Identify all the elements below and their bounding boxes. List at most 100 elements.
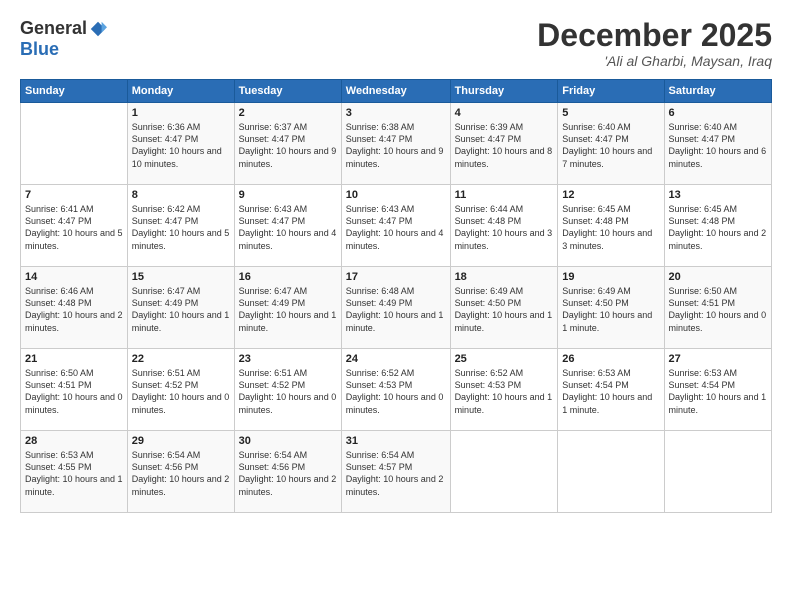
- header: General Blue December 2025 'Ali al Gharb…: [20, 18, 772, 69]
- calendar-week-3: 14Sunrise: 6:46 AMSunset: 4:48 PMDayligh…: [21, 267, 772, 349]
- calendar-week-2: 7Sunrise: 6:41 AMSunset: 4:47 PMDaylight…: [21, 185, 772, 267]
- day-info: Sunrise: 6:37 AMSunset: 4:47 PMDaylight:…: [239, 121, 337, 170]
- day-number: 8: [132, 189, 230, 201]
- day-info: Sunrise: 6:38 AMSunset: 4:47 PMDaylight:…: [346, 121, 446, 170]
- day-info: Sunrise: 6:53 AMSunset: 4:54 PMDaylight:…: [562, 367, 659, 416]
- calendar-cell: 7Sunrise: 6:41 AMSunset: 4:47 PMDaylight…: [21, 185, 128, 267]
- day-number: 18: [455, 271, 554, 283]
- day-number: 29: [132, 435, 230, 447]
- day-info: Sunrise: 6:50 AMSunset: 4:51 PMDaylight:…: [25, 367, 123, 416]
- calendar-cell: 16 Sunrise: 6:47 AMSunset: 4:49 PMDayligh…: [234, 267, 341, 349]
- calendar-cell: 30 Sunrise: 6:54 AMSunset: 4:56 PMDayligh…: [234, 431, 341, 513]
- day-number: 9: [239, 189, 337, 201]
- day-number: 15: [132, 271, 230, 283]
- day-number: 10: [346, 189, 446, 201]
- day-number: 31: [346, 435, 446, 447]
- day-info: Sunrise: 6:51 AMSunset: 4:52 PMDaylight:…: [132, 367, 230, 416]
- calendar-cell: 1 Sunrise: 6:36 AMSunset: 4:47 PMDaylight…: [127, 103, 234, 185]
- day-info: Sunrise: 6:53 AMSunset: 4:54 PMDaylight:…: [669, 367, 767, 416]
- calendar-cell: 11Sunrise: 6:44 AMSunset: 4:48 PMDayligh…: [450, 185, 558, 267]
- day-number: 22: [132, 353, 230, 365]
- day-number: 6: [669, 107, 767, 119]
- calendar-header-row: SundayMondayTuesdayWednesdayThursdayFrid…: [21, 80, 772, 103]
- day-number: 30: [239, 435, 337, 447]
- day-info: Sunrise: 6:51 AMSunset: 4:52 PMDaylight:…: [239, 367, 337, 416]
- calendar-header-sunday: Sunday: [21, 80, 128, 103]
- day-info: Sunrise: 6:54 AMSunset: 4:56 PMDaylight:…: [239, 449, 337, 498]
- day-info: Sunrise: 6:45 AMSunset: 4:48 PMDaylight:…: [669, 203, 767, 252]
- day-info: Sunrise: 6:40 AMSunset: 4:47 PMDaylight:…: [669, 121, 767, 170]
- calendar-week-4: 21 Sunrise: 6:50 AMSunset: 4:51 PMDayligh…: [21, 349, 772, 431]
- day-info: Sunrise: 6:36 AMSunset: 4:47 PMDaylight:…: [132, 121, 230, 170]
- day-number: 4: [455, 107, 554, 119]
- day-info: Sunrise: 6:49 AMSunset: 4:50 PMDaylight:…: [455, 285, 554, 334]
- calendar-header-thursday: Thursday: [450, 80, 558, 103]
- day-info: Sunrise: 6:50 AMSunset: 4:51 PMDaylight:…: [669, 285, 767, 334]
- calendar-cell: 12 Sunrise: 6:45 AMSunset: 4:48 PMDayligh…: [558, 185, 664, 267]
- day-number: 5: [562, 107, 659, 119]
- calendar-cell: 23 Sunrise: 6:51 AMSunset: 4:52 PMDayligh…: [234, 349, 341, 431]
- day-number: 21: [25, 353, 123, 365]
- calendar-cell: 26Sunrise: 6:53 AMSunset: 4:54 PMDayligh…: [558, 349, 664, 431]
- logo-icon: [89, 20, 107, 38]
- day-info: Sunrise: 6:54 AMSunset: 4:56 PMDaylight:…: [132, 449, 230, 498]
- calendar-cell: 10Sunrise: 6:43 AMSunset: 4:47 PMDayligh…: [341, 185, 450, 267]
- calendar-cell: [558, 431, 664, 513]
- day-number: 25: [455, 353, 554, 365]
- logo-text: General: [20, 18, 107, 39]
- day-number: 12: [562, 189, 659, 201]
- day-info: Sunrise: 6:40 AMSunset: 4:47 PMDaylight:…: [562, 121, 659, 170]
- day-info: Sunrise: 6:52 AMSunset: 4:53 PMDaylight:…: [346, 367, 446, 416]
- day-info: Sunrise: 6:49 AMSunset: 4:50 PMDaylight:…: [562, 285, 659, 334]
- calendar-cell: 2 Sunrise: 6:37 AMSunset: 4:47 PMDaylight…: [234, 103, 341, 185]
- day-info: Sunrise: 6:52 AMSunset: 4:53 PMDaylight:…: [455, 367, 554, 416]
- day-number: 23: [239, 353, 337, 365]
- calendar-cell: 15 Sunrise: 6:47 AMSunset: 4:49 PMDayligh…: [127, 267, 234, 349]
- calendar-cell: [664, 431, 771, 513]
- day-info: Sunrise: 6:53 AMSunset: 4:55 PMDaylight:…: [25, 449, 123, 498]
- calendar: SundayMondayTuesdayWednesdayThursdayFrid…: [20, 79, 772, 513]
- calendar-cell: 25 Sunrise: 6:52 AMSunset: 4:53 PMDayligh…: [450, 349, 558, 431]
- calendar-header-saturday: Saturday: [664, 80, 771, 103]
- day-number: 20: [669, 271, 767, 283]
- calendar-cell: 18 Sunrise: 6:49 AMSunset: 4:50 PMDayligh…: [450, 267, 558, 349]
- calendar-cell: 19 Sunrise: 6:49 AMSunset: 4:50 PMDayligh…: [558, 267, 664, 349]
- day-number: 7: [25, 189, 123, 201]
- calendar-cell: 9 Sunrise: 6:43 AMSunset: 4:47 PMDaylight…: [234, 185, 341, 267]
- day-number: 28: [25, 435, 123, 447]
- day-info: Sunrise: 6:47 AMSunset: 4:49 PMDaylight:…: [132, 285, 230, 334]
- day-info: Sunrise: 6:45 AMSunset: 4:48 PMDaylight:…: [562, 203, 659, 252]
- title-month: December 2025: [537, 18, 772, 53]
- day-number: 2: [239, 107, 337, 119]
- calendar-cell: 31 Sunrise: 6:54 AMSunset: 4:57 PMDayligh…: [341, 431, 450, 513]
- calendar-cell: 6 Sunrise: 6:40 AMSunset: 4:47 PMDaylight…: [664, 103, 771, 185]
- day-number: 19: [562, 271, 659, 283]
- day-number: 1: [132, 107, 230, 119]
- calendar-cell: 4 Sunrise: 6:39 AMSunset: 4:47 PMDaylight…: [450, 103, 558, 185]
- calendar-cell: 3 Sunrise: 6:38 AMSunset: 4:47 PMDaylight…: [341, 103, 450, 185]
- calendar-cell: 28 Sunrise: 6:53 AMSunset: 4:55 PMDayligh…: [21, 431, 128, 513]
- day-number: 3: [346, 107, 446, 119]
- day-info: Sunrise: 6:47 AMSunset: 4:49 PMDaylight:…: [239, 285, 337, 334]
- day-info: Sunrise: 6:43 AMSunset: 4:47 PMDaylight:…: [239, 203, 337, 252]
- calendar-cell: 27Sunrise: 6:53 AMSunset: 4:54 PMDayligh…: [664, 349, 771, 431]
- calendar-cell: 5 Sunrise: 6:40 AMSunset: 4:47 PMDaylight…: [558, 103, 664, 185]
- calendar-cell: 14Sunrise: 6:46 AMSunset: 4:48 PMDayligh…: [21, 267, 128, 349]
- calendar-cell: 20 Sunrise: 6:50 AMSunset: 4:51 PMDayligh…: [664, 267, 771, 349]
- day-number: 14: [25, 271, 123, 283]
- title-location: 'Ali al Gharbi, Maysan, Iraq: [537, 53, 772, 69]
- day-info: Sunrise: 6:54 AMSunset: 4:57 PMDaylight:…: [346, 449, 446, 498]
- calendar-cell: 13Sunrise: 6:45 AMSunset: 4:48 PMDayligh…: [664, 185, 771, 267]
- day-info: Sunrise: 6:39 AMSunset: 4:47 PMDaylight:…: [455, 121, 554, 170]
- calendar-cell: 22 Sunrise: 6:51 AMSunset: 4:52 PMDayligh…: [127, 349, 234, 431]
- day-number: 16: [239, 271, 337, 283]
- logo: General Blue: [20, 18, 107, 60]
- title-block: December 2025 'Ali al Gharbi, Maysan, Ir…: [537, 18, 772, 69]
- calendar-header-wednesday: Wednesday: [341, 80, 450, 103]
- day-number: 24: [346, 353, 446, 365]
- calendar-cell: 8Sunrise: 6:42 AMSunset: 4:47 PMDaylight…: [127, 185, 234, 267]
- page: General Blue December 2025 'Ali al Gharb…: [0, 0, 792, 612]
- logo-blue: Blue: [20, 39, 59, 60]
- calendar-cell: 21 Sunrise: 6:50 AMSunset: 4:51 PMDayligh…: [21, 349, 128, 431]
- calendar-header-friday: Friday: [558, 80, 664, 103]
